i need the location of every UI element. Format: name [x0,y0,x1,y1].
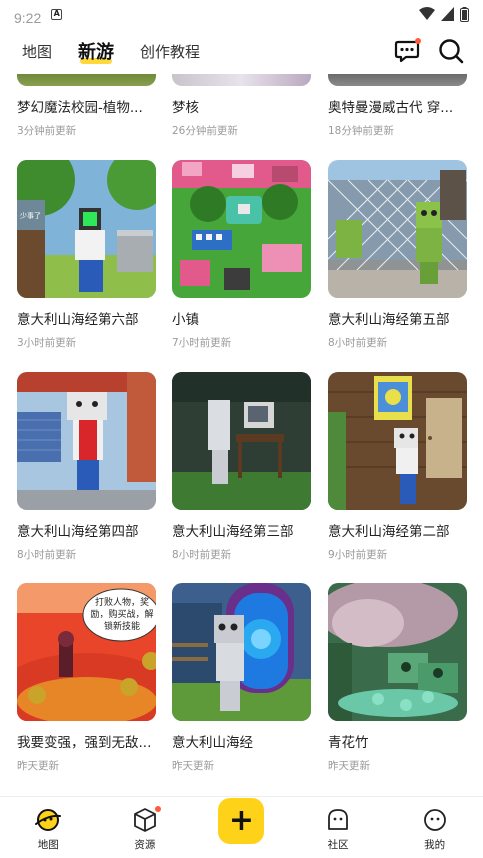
message-badge [415,38,421,44]
game-thumbnail [328,583,467,721]
game-card[interactable]: 意大利山海经 昨天更新 [172,583,311,773]
nav-community-label: 社区 [327,839,349,851]
signal-icon [441,7,454,21]
sign-text: 少事了 [20,211,41,220]
game-card[interactable]: 少事了 意大利山海经第六部 3小时前更新 [17,160,156,350]
game-card[interactable]: 打败人物，奖励，购买战，解锁新技能 我要变强，强到无敌... 昨天更新 [17,583,156,773]
tab-tutorials[interactable]: 创作教程 [140,41,200,62]
game-title: 我要变强，强到无敌... [17,735,152,751]
battery-icon [460,6,469,22]
game-thumbnail [328,160,467,298]
game-update-time: 8小时前更新 [17,549,77,561]
game-thumbnail [172,74,311,86]
tab-map[interactable]: 地图 [22,41,52,62]
game-update-time: 昨天更新 [17,760,59,772]
nav-mine[interactable]: 我的 [386,797,483,858]
game-thumbnail [17,372,156,510]
game-card[interactable]: 意大利山海经第三部 8小时前更新 [172,372,311,562]
game-update-time: 3小时前更新 [17,337,77,349]
notification-icon: A [51,8,63,20]
game-card[interactable]: 意大利山海经第四部 8小时前更新 [17,372,156,562]
message-button[interactable] [393,37,421,65]
nav-resources-label: 资源 [134,839,156,851]
game-thumbnail [328,74,467,86]
nav-resources[interactable]: 资源 [97,797,194,858]
search-button[interactable] [437,37,465,65]
game-thumbnail [172,583,311,721]
game-thumbnail: 少事了 [17,160,156,298]
nav-community[interactable]: 社区 [290,797,387,858]
game-card[interactable]: 小镇 7小时前更新 [172,160,311,350]
game-card[interactable]: 青花竹 昨天更新 [328,583,467,773]
game-thumbnail [172,372,311,510]
nav-map[interactable]: 地图 [0,797,97,858]
game-thumbnail [328,372,467,510]
cube-icon [133,808,156,832]
game-update-time: 8小时前更新 [172,549,232,561]
bottom-nav: 地图 资源 + 社区 我的 [0,796,483,858]
game-update-time: 昨天更新 [172,760,214,772]
status-time: 9:22 [14,9,42,26]
game-title: 意大利山海经第二部 [328,524,450,540]
game-update-time: 26分钟前更新 [172,125,238,137]
game-title: 意大利山海经 [172,735,253,751]
game-title: 意大利山海经第五部 [328,312,450,328]
game-title: 青花竹 [328,735,369,751]
game-card[interactable]: 意大利山海经第五部 8小时前更新 [328,160,467,350]
game-title: 梦幻魔法校园-植物... [17,100,143,116]
game-update-time: 9小时前更新 [328,549,388,561]
game-card[interactable]: 奥特曼漫威古代 穿... 18分钟前更新 [328,74,467,138]
game-update-time: 3分钟前更新 [17,125,77,137]
tab-new-games[interactable]: 新游 [78,38,114,64]
speech-bubble-text: 打败人物，奖励，购买战，解锁新技能 [90,598,154,632]
create-button[interactable]: + [218,798,265,844]
game-title: 小镇 [172,312,199,328]
game-card[interactable]: 意大利山海经第二部 9小时前更新 [328,372,467,562]
game-title: 意大利山海经第六部 [17,312,139,328]
game-update-time: 8小时前更新 [328,337,388,349]
top-actions [393,37,465,65]
nav-map-label: 地图 [37,839,59,851]
game-feed: 梦幻魔法校园-植物... 3分钟前更新 梦核 26分钟前更新 奥特曼漫威古代 穿… [0,74,483,796]
resources-icon-wrap [132,806,161,833]
game-thumbnail: 打败人物，奖励，购买战，解锁新技能 [17,583,156,721]
game-thumbnail [172,160,311,298]
top-nav: 地图 新游 创作教程 [0,28,483,74]
game-title: 梦核 [172,100,199,116]
nav-mine-label: 我的 [424,839,446,851]
plus-icon: + [228,803,255,838]
status-icons [419,6,469,22]
game-update-time: 7小时前更新 [172,337,232,349]
game-update-time: 18分钟前更新 [328,125,394,137]
game-card[interactable]: 梦幻魔法校园-植物... 3分钟前更新 [17,74,156,138]
wifi-icon [419,7,435,20]
game-update-time: 昨天更新 [328,760,370,772]
planet-icon [35,809,62,831]
game-title: 意大利山海经第三部 [172,524,294,540]
resources-badge [154,806,161,812]
game-title: 意大利山海经第四部 [17,524,139,540]
search-icon [439,39,464,64]
profile-face-icon [423,809,446,831]
game-title: 奥特曼漫威古代 穿... [328,100,454,116]
nav-create[interactable]: + [193,797,290,858]
status-bar: 9:22 A [0,0,483,28]
community-icon [328,809,348,830]
game-thumbnail [17,74,156,86]
game-card[interactable]: 梦核 26分钟前更新 [172,74,311,138]
